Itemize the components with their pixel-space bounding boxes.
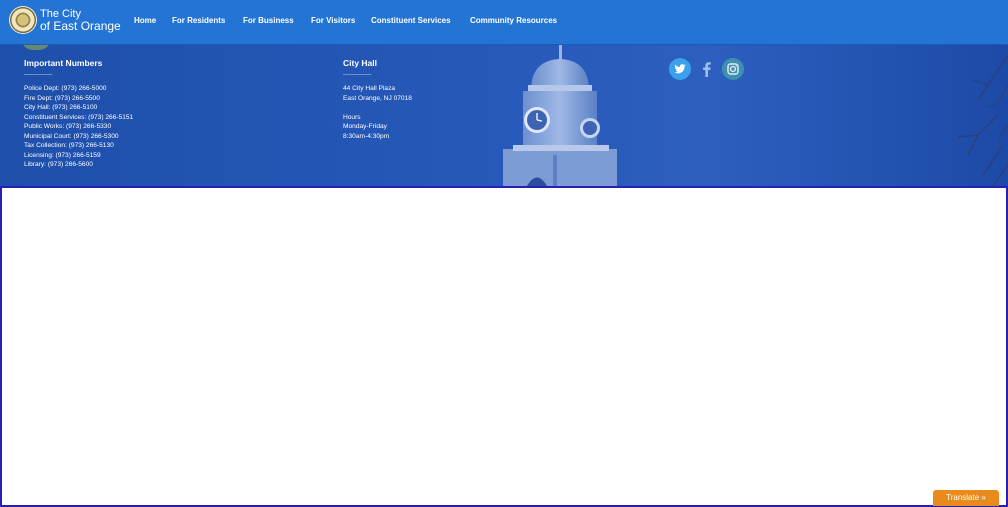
seal-partial-image bbox=[21, 45, 51, 50]
hours-label: Hours bbox=[343, 113, 361, 121]
nav-for-visitors[interactable]: For Visitors bbox=[311, 16, 355, 25]
phone-tax-collection: Tax Collection: (973) 266-5130 bbox=[24, 142, 114, 149]
site-header: The City of East Orange Home For Residen… bbox=[0, 0, 1008, 45]
phone-constituent-services: Constituent Services: (973) 266-5151 bbox=[24, 113, 134, 121]
city-hall-title: City Hall bbox=[343, 58, 378, 68]
brand-line-2: of East Orange bbox=[40, 19, 121, 33]
nav-constituent-services[interactable]: Constituent Services bbox=[371, 16, 451, 25]
content-frame bbox=[0, 186, 1008, 507]
phone-municipal-court: Municipal Court: (973) 266-5300 bbox=[24, 132, 119, 140]
nav-for-residents[interactable]: For Residents bbox=[172, 16, 225, 25]
separator: ----------------- bbox=[343, 72, 372, 78]
nav-community-resources[interactable]: Community Resources bbox=[470, 16, 557, 25]
city-hall-section: City Hall ----------------- 44 City Hall… bbox=[343, 58, 412, 141]
phone-police: Police Dept: (973) 266-5000 bbox=[24, 85, 107, 92]
translate-button[interactable]: Translate » bbox=[933, 490, 999, 506]
phone-licensing: Licensing: (973) 266-5159 bbox=[24, 151, 101, 159]
footer-band: Important Numbers ----------------- Poli… bbox=[0, 45, 1008, 186]
important-numbers-title: Important Numbers bbox=[24, 58, 103, 68]
hours-days: Monday-Friday bbox=[343, 123, 387, 130]
tree-branches-image bbox=[957, 54, 1008, 186]
phone-city-hall: City Hall: (973) 266-5100 bbox=[24, 104, 98, 111]
twitter-icon[interactable] bbox=[669, 58, 691, 80]
phone-public-works: Public Works: (973) 266-5330 bbox=[24, 123, 112, 130]
nav-for-business[interactable]: For Business bbox=[243, 16, 294, 25]
address-line-1: 44 City Hall Plaza bbox=[343, 85, 396, 92]
phone-fire: Fire Dept: (973) 266-5500 bbox=[24, 94, 100, 102]
clock-tower-image bbox=[503, 45, 617, 186]
nav-home[interactable]: Home bbox=[134, 16, 156, 25]
phone-library: Library: (973) 266-5600 bbox=[24, 161, 93, 168]
hours-times: 8:30am-4:30pm bbox=[343, 132, 390, 140]
address-line-2: East Orange, NJ 07018 bbox=[343, 94, 412, 102]
instagram-icon[interactable] bbox=[722, 58, 744, 80]
separator: ----------------- bbox=[24, 72, 53, 78]
site-brand[interactable]: The City of East Orange bbox=[40, 8, 121, 32]
facebook-icon[interactable] bbox=[696, 58, 718, 80]
city-seal-logo[interactable] bbox=[10, 7, 36, 33]
important-numbers-section: Important Numbers ----------------- Poli… bbox=[24, 58, 133, 170]
